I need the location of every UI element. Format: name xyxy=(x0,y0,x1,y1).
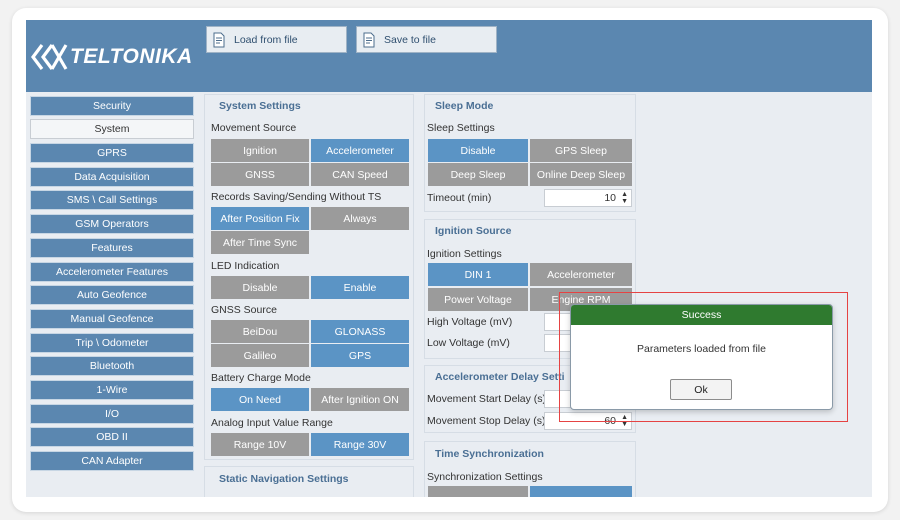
sidebar-item-system[interactable]: System xyxy=(30,119,194,140)
toggle-gps[interactable]: GPS xyxy=(311,344,409,367)
static-navigation-title: Static Navigation Settings xyxy=(219,473,349,485)
sidebar-item-trip-odometer[interactable]: Trip \ Odometer xyxy=(30,332,194,353)
dialog-title: Success xyxy=(571,305,832,325)
analog-range-label: Analog Input Value Range xyxy=(211,417,333,429)
sidebar-item-bluetooth[interactable]: Bluetooth xyxy=(30,356,194,377)
file-icon xyxy=(363,32,375,47)
toggle-range-10v[interactable]: Range 10V xyxy=(211,433,309,456)
timeout-label: Timeout (min) xyxy=(427,192,492,204)
teltonika-logo-icon xyxy=(31,44,68,70)
sidebar-item-obd-ii[interactable]: OBD II xyxy=(30,427,194,448)
timeout-input[interactable]: 10 ▲ ▼ xyxy=(544,189,632,207)
records-label: Records Saving/Sending Without TS xyxy=(211,191,382,203)
sidebar-item-auto-geofence[interactable]: Auto Geofence xyxy=(30,285,194,306)
toggle-led-disable[interactable]: Disable xyxy=(211,276,309,299)
sidebar-item-features[interactable]: Features xyxy=(30,237,194,258)
teltonika-logo: TELTONIKA xyxy=(30,42,193,72)
sidebar-item-can-adapter[interactable]: CAN Adapter xyxy=(30,451,194,471)
toggle-after-position-fix[interactable]: After Position Fix xyxy=(211,207,309,230)
movement-stop-delay-label: Movement Stop Delay (s) xyxy=(427,415,546,427)
high-voltage-label: High Voltage (mV) xyxy=(427,316,513,328)
sidebar-item-security[interactable]: Security xyxy=(30,95,194,116)
dialog-message: Parameters loaded from file xyxy=(637,343,766,355)
sidebar-item-accelerometer-features[interactable]: Accelerometer Features xyxy=(30,261,194,282)
system-settings-title: System Settings xyxy=(219,100,301,112)
toggle-gnss[interactable]: GNSS xyxy=(211,163,309,186)
ok-button[interactable]: Ok xyxy=(670,379,732,400)
success-dialog: Success Parameters loaded from file Ok xyxy=(570,304,833,410)
sidebar-item-sms-call-settings[interactable]: SMS \ Call Settings xyxy=(30,190,194,211)
save-to-file-button[interactable]: Save to file xyxy=(356,26,497,53)
toggle-online-deep-sleep[interactable]: Online Deep Sleep xyxy=(530,163,632,186)
accelerometer-delay-title: Accelerometer Delay Setti xyxy=(435,371,565,383)
toggle-range-30v[interactable]: Range 30V xyxy=(311,433,409,456)
toggle-accelerometer[interactable]: Accelerometer xyxy=(311,139,409,162)
sleep-settings-label: Sleep Settings xyxy=(427,122,495,134)
sync-settings-label: Synchronization Settings xyxy=(427,471,543,483)
spinner-arrows-icon[interactable]: ▲ ▼ xyxy=(621,191,628,205)
sidebar-item-gprs[interactable]: GPRS xyxy=(30,143,194,164)
battery-charge-label: Battery Charge Mode xyxy=(211,372,311,384)
toggle-gps-sleep[interactable]: GPS Sleep xyxy=(530,139,632,162)
movement-source-label: Movement Source xyxy=(211,122,297,134)
load-from-file-label: Load from file xyxy=(234,33,298,46)
save-to-file-label: Save to file xyxy=(384,33,436,46)
toggle-can-speed[interactable]: CAN Speed xyxy=(311,163,409,186)
toggle-galileo[interactable]: Galileo xyxy=(211,344,309,367)
sidebar-item-manual-geofence[interactable]: Manual Geofence xyxy=(30,308,194,329)
led-label: LED Indication xyxy=(211,260,280,272)
toggle-led-enable[interactable]: Enable xyxy=(311,276,409,299)
toggle-after-ignition-on[interactable]: After Ignition ON xyxy=(311,388,409,411)
toggle-after-time-sync[interactable]: After Time Sync xyxy=(211,231,309,254)
toggle-ignition[interactable]: Ignition xyxy=(211,139,309,162)
sidebar: Security System GPRS Data Acquisition SMS \ … xyxy=(30,92,194,471)
toggle-sleep-disable[interactable]: Disable xyxy=(428,139,528,162)
sidebar-item-gsm-operators[interactable]: GSM Operators xyxy=(30,214,194,235)
sidebar-item-i-o[interactable]: I/O xyxy=(30,403,194,424)
sidebar-item-data-acquisition[interactable]: Data Acquisition xyxy=(30,166,194,187)
toggle-din1[interactable]: DIN 1 xyxy=(428,263,528,286)
logo-text: TELTONIKA xyxy=(70,45,193,68)
sleep-mode-title: Sleep Mode xyxy=(435,100,494,112)
sidebar-item-1-wire[interactable]: 1-Wire xyxy=(30,379,194,400)
toggle-deep-sleep[interactable]: Deep Sleep xyxy=(428,163,528,186)
header-bar: TELTONIKA Load from file Save to file xyxy=(26,20,872,92)
movement-start-delay-label: Movement Start Delay (s) xyxy=(427,393,547,405)
toggle-always[interactable]: Always xyxy=(311,207,409,230)
toggle-glonass[interactable]: GLONASS xyxy=(311,320,409,343)
toggle-ignition-accelerometer[interactable]: Accelerometer xyxy=(530,263,632,286)
toggle-beidou[interactable]: BeiDou xyxy=(211,320,309,343)
gnss-source-label: GNSS Source xyxy=(211,304,277,316)
ignition-source-title: Ignition Source xyxy=(435,225,512,237)
load-from-file-button[interactable]: Load from file xyxy=(206,26,347,53)
sync-option-2[interactable] xyxy=(530,486,632,497)
timeout-value: 10 xyxy=(604,192,616,204)
file-icon xyxy=(213,32,225,47)
toggle-power-voltage[interactable]: Power Voltage xyxy=(428,288,528,311)
ignition-settings-label: Ignition Settings xyxy=(427,248,502,260)
time-sync-title: Time Synchronization xyxy=(435,448,544,460)
low-voltage-label: Low Voltage (mV) xyxy=(427,337,510,349)
toggle-on-need[interactable]: On Need xyxy=(211,388,309,411)
sync-option-1[interactable] xyxy=(428,486,528,497)
configurator-window: TELTONIKA Load from file Save to file Se… xyxy=(26,20,872,497)
